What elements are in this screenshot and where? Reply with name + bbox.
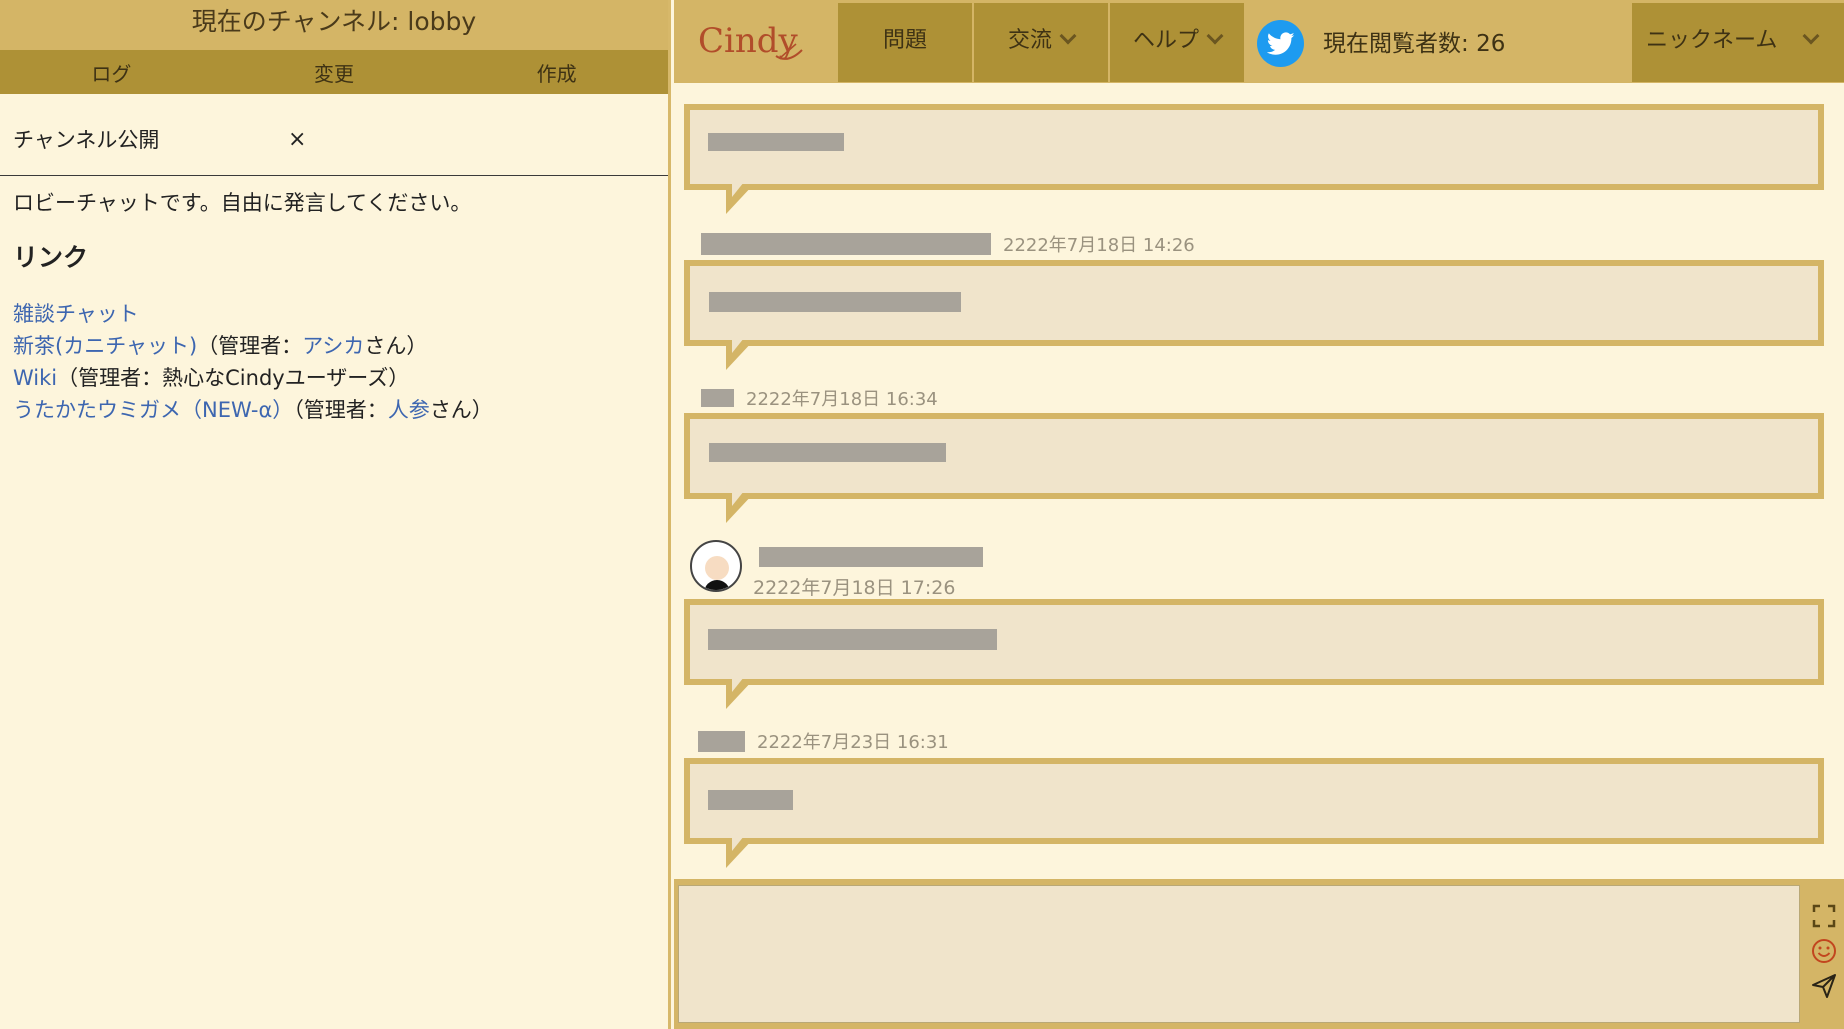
channel-description-panel: ロビーチャットです。自由に発言してください。 リンク 雑談チャット 新茶(カニチ… [0,176,668,438]
viewer-count-value: 26 [1476,31,1506,57]
tab-log[interactable]: ログ [0,50,223,94]
avatar-face [705,556,729,580]
bubble-tail [726,177,754,214]
emoji-glyph [1812,939,1836,963]
redacted-text [709,443,946,462]
admin-prefix: （管理者： [293,398,388,422]
link-item: うたかたウミガメ（NEW-α）（管理者：人参さん） [13,394,655,426]
avatar-body [704,580,730,590]
message-meta: 2222年7月23日 16:31 [698,728,949,754]
message-bubble [684,413,1824,523]
chevron-down-icon [1059,27,1077,45]
link-admin-ninjin[interactable]: 人参 [388,398,430,422]
emoji-icon[interactable] [1808,935,1840,967]
nav-problems-label: 問題 [882,28,927,53]
close-icon[interactable]: × [288,127,306,152]
links-list: 雑談チャット 新茶(カニチャット)（管理者：アシカさん） Wiki（管理者：熱心… [13,298,655,426]
link-shincha[interactable]: 新茶(カニチャット) [13,334,197,358]
message-timestamp: 2222年7月18日 16:34 [746,389,938,410]
send-glyph [1812,974,1836,998]
redacted-author [701,233,991,255]
bubble-tail [726,333,754,370]
redacted-text [709,292,961,312]
channel-publish-row: チャンネル公開 × [0,103,668,176]
chat-log[interactable]: 2222年7月18日 14:26 2222年7月18日 16:34 2222年7… [674,83,1844,879]
link-admin-ashika[interactable]: アシカ [302,334,364,358]
link-chat-zatsudan[interactable]: 雑談チャット [13,302,139,326]
redacted-author [698,730,745,752]
cindy-logo[interactable]: Cindy [698,14,808,70]
message-bubble [684,599,1824,709]
admin-suffix: さん） [364,334,428,358]
message-meta: 2222年7月18日 14:26 [701,231,1195,257]
twitter-icon[interactable] [1257,20,1304,67]
channel-tabs: ログ 変更 作成 [0,50,668,94]
bubble-tail [726,831,754,868]
expand-glyph [1812,904,1836,928]
admin-prefix: （管理者： [197,334,303,358]
nav-help-label: ヘルプ [1132,28,1199,53]
link-wiki[interactable]: Wiki [13,366,57,390]
message-timestamp: 2222年7月18日 14:26 [1003,235,1195,256]
nav-problems-button[interactable]: 問題 [838,3,972,82]
channel-title: 現在のチャンネル: lobby [0,0,668,50]
chat-input[interactable] [678,885,1800,1023]
tab-create[interactable]: 作成 [445,50,668,94]
send-icon[interactable] [1808,970,1840,1002]
redacted-text [708,133,844,151]
channel-prefix: 現在のチャンネル: [191,7,400,36]
channel-description: ロビーチャットです。自由に発言してください。 [13,191,472,215]
nav-help-dropdown[interactable]: ヘルプ [1110,3,1244,82]
message-timestamp: 2222年7月23日 16:31 [757,732,949,753]
message-meta: 2222年7月18日 17:26 [753,573,955,600]
link-item: Wiki（管理者：熱心なCindyユーザーズ） [13,362,655,394]
chevron-down-icon [1802,27,1820,45]
admin-suffix: さん） [429,398,493,422]
nav-exchange-dropdown[interactable]: 交流 [974,3,1108,82]
redacted-text [708,629,997,650]
link-item: 新茶(カニチャット)（管理者：アシカさん） [13,330,655,362]
links-heading: リンク [13,243,89,272]
logo-icon: Cindy [698,21,803,61]
admin-note: （管理者：熱心なCindyユーザーズ） [57,366,410,390]
message-meta: 2222年7月18日 16:34 [701,385,938,411]
tab-change[interactable]: 変更 [223,50,446,94]
channel-name: lobby [407,7,477,36]
nickname-dropdown[interactable]: ニックネーム [1632,3,1844,82]
link-item: 雑談チャット [13,298,655,330]
message-bubble [684,758,1824,868]
bubble-tail [726,672,754,709]
avatar[interactable] [690,540,742,592]
nickname-label: ニックネーム [1646,28,1778,53]
message-bubble [684,260,1824,370]
channel-publish-label: チャンネル公開 [13,128,160,152]
redacted-text [708,790,793,810]
redacted-author [701,389,734,407]
viewer-count-label: 現在閲覧者数: [1323,31,1469,57]
twitter-bird-icon [1266,31,1295,55]
link-utakata[interactable]: うたかたウミガメ（NEW-α） [13,398,293,422]
viewer-count: 現在閲覧者数: 26 [1323,24,1505,58]
redacted-author [759,547,983,567]
chat-input-area [674,879,1844,1029]
channel-sidebar: 現在のチャンネル: lobby ログ 変更 作成 チャンネル公開 × ロビーチャ… [0,0,671,1029]
chevron-down-icon [1206,27,1224,45]
bubble-tail [726,486,754,523]
nav-exchange-label: 交流 [1007,28,1052,53]
message-timestamp: 2222年7月18日 17:26 [753,577,956,599]
top-navigation: Cindy 問題 交流 ヘルプ 現在閲覧者数: 26 ニックネーム [674,0,1844,83]
expand-icon[interactable] [1808,900,1840,932]
message-bubble [684,104,1824,214]
